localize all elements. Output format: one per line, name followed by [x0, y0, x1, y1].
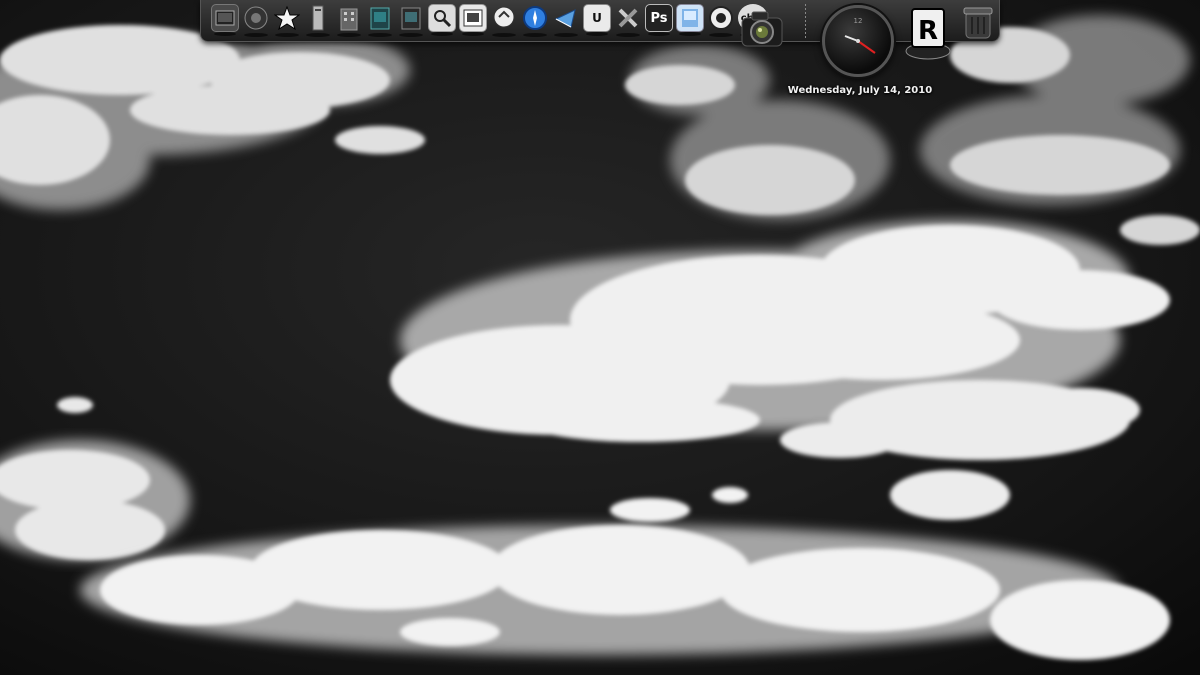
rlogo-icon[interactable]: R — [903, 5, 953, 61]
clock-numeral-12: 12 — [854, 17, 863, 25]
clock-face: 12 — [844, 17, 876, 54]
preview-icon[interactable] — [428, 4, 456, 36]
rlogo-label: R — [918, 16, 938, 46]
photoshop-label: Ps — [650, 10, 668, 26]
utility-icon[interactable]: U — [583, 4, 611, 36]
tools-icon[interactable] — [614, 4, 642, 37]
server-icon[interactable] — [304, 4, 332, 37]
utility-label: U — [592, 11, 602, 25]
folder-dark-icon[interactable] — [397, 4, 425, 37]
desktop[interactable]: U Ps chat 12 — [0, 0, 1200, 675]
dock-separator — [805, 4, 806, 38]
photo-icon[interactable] — [459, 4, 487, 36]
image-viewer-icon[interactable] — [676, 4, 704, 36]
system-preferences-icon[interactable] — [242, 4, 270, 37]
folder-teal-icon[interactable] — [366, 4, 394, 37]
finder-icon[interactable] — [211, 4, 239, 36]
ichat-icon[interactable] — [490, 4, 518, 37]
camera-icon[interactable] — [738, 8, 786, 50]
star-icon[interactable] — [273, 4, 301, 37]
analog-clock[interactable]: 12 — [822, 5, 894, 77]
safari-icon[interactable] — [521, 4, 549, 37]
photoshop-icon[interactable]: Ps — [645, 4, 673, 36]
aperture-icon[interactable] — [707, 4, 735, 37]
building-icon[interactable] — [335, 4, 363, 37]
cloud-wallpaper — [0, 0, 1200, 675]
trash-icon[interactable] — [960, 4, 996, 40]
date-label: Wednesday, July 14, 2010 — [787, 85, 933, 96]
mail-icon[interactable] — [552, 4, 580, 37]
